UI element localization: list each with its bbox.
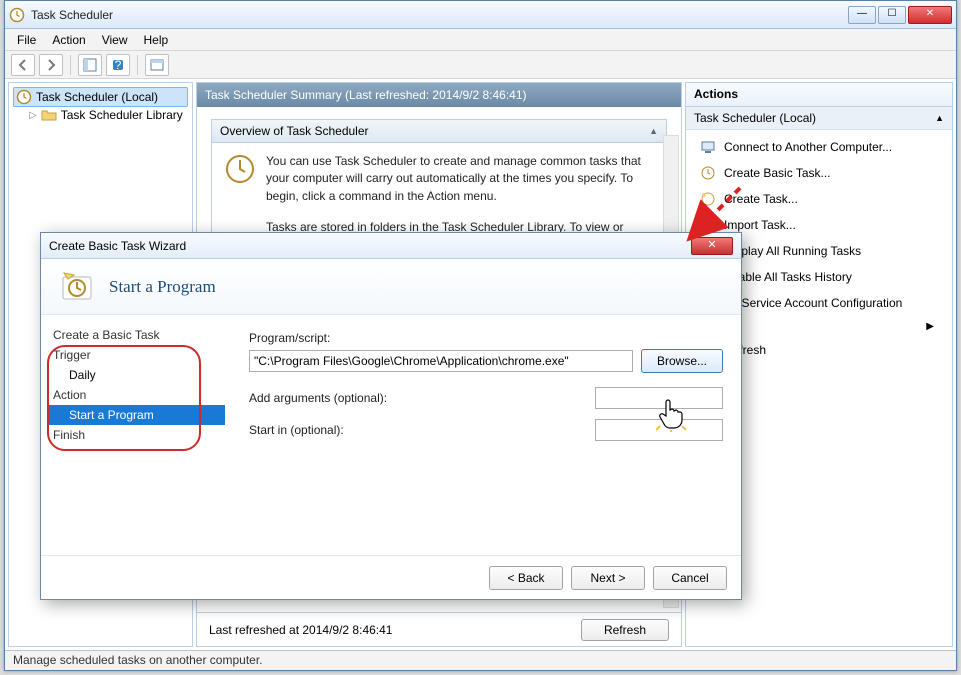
maximize-button[interactable]: ☐ (878, 6, 906, 24)
wizard-dialog: Create Basic Task Wizard ✕ Start a Progr… (40, 232, 742, 600)
import-icon (700, 217, 716, 233)
folder-icon (41, 107, 57, 123)
overview-section: Overview of Task Scheduler ▲ You can use… (211, 119, 667, 248)
computer-icon (700, 139, 716, 155)
wizard-icon (700, 165, 716, 181)
svg-text:?: ? (115, 58, 122, 72)
tree-library[interactable]: ▷ Task Scheduler Library (13, 107, 188, 123)
nav-daily[interactable]: Daily (47, 365, 225, 385)
wizard-form: Program/script: Browse... Add arguments … (231, 315, 741, 555)
summary-footer: Last refreshed at 2014/9/2 8:46:41 Refre… (197, 612, 681, 646)
actions-header: Actions (686, 83, 952, 107)
clock-icon (9, 7, 25, 23)
minimize-button[interactable]: — (848, 6, 876, 24)
refresh-button[interactable]: Refresh (581, 619, 669, 641)
collapse-icon[interactable]: ▲ (935, 113, 944, 123)
nav-create-task[interactable]: Create a Basic Task (47, 325, 225, 345)
back-button[interactable]: < Back (489, 566, 563, 590)
window-title: Task Scheduler (31, 8, 848, 22)
wizard-nav: Create a Basic Task Trigger Daily Action… (41, 315, 231, 555)
nav-action[interactable]: Action (47, 385, 225, 405)
close-button[interactable]: ✕ (908, 6, 952, 24)
dialog-titlebar[interactable]: Create Basic Task Wizard ✕ (41, 233, 741, 259)
action-create-task[interactable]: Create Task... (686, 186, 952, 212)
actions-subheader: Task Scheduler (Local) ▲ (686, 107, 952, 130)
program-input[interactable] (249, 350, 633, 372)
statusbar: Manage scheduled tasks on another comput… (5, 650, 956, 670)
wizard-icon (59, 269, 95, 305)
dialog-close-button[interactable]: ✕ (691, 237, 733, 255)
back-button[interactable] (11, 54, 35, 76)
dialog-buttons: < Back Next > Cancel (41, 555, 741, 599)
clock-icon (16, 89, 32, 105)
dialog-heading: Start a Program (109, 277, 216, 297)
dialog-header: Start a Program (41, 259, 741, 315)
show-hide-tree-button[interactable] (78, 54, 102, 76)
action-connect[interactable]: Connect to Another Computer... (686, 134, 952, 160)
action-create-basic-task[interactable]: Create Basic Task... (686, 160, 952, 186)
last-refreshed-label: Last refreshed at 2014/9/2 8:46:41 (209, 623, 392, 637)
properties-button[interactable] (145, 54, 169, 76)
collapse-icon[interactable]: ▲ (649, 126, 658, 136)
nav-trigger[interactable]: Trigger (47, 345, 225, 365)
menu-file[interactable]: File (9, 30, 44, 50)
menu-action[interactable]: Action (44, 30, 93, 50)
nav-start-program[interactable]: Start a Program (47, 405, 225, 425)
toolbar: ? (5, 51, 956, 79)
overview-title: Overview of Task Scheduler (220, 124, 369, 138)
chevron-right-icon: ▶ (926, 321, 934, 332)
task-icon (700, 191, 716, 207)
next-button[interactable]: Next > (571, 566, 645, 590)
nav-finish[interactable]: Finish (47, 425, 225, 445)
cancel-button[interactable]: Cancel (653, 566, 727, 590)
tree-root[interactable]: Task Scheduler (Local) (13, 87, 188, 107)
startin-input[interactable] (595, 419, 723, 441)
forward-button[interactable] (39, 54, 63, 76)
clock-icon (224, 153, 256, 185)
program-label: Program/script: (249, 331, 723, 345)
arguments-label: Add arguments (optional): (249, 391, 387, 405)
summary-header: Task Scheduler Summary (Last refreshed: … (197, 83, 681, 107)
expand-icon[interactable]: ▷ (29, 110, 37, 121)
menu-help[interactable]: Help (136, 30, 177, 50)
menubar: File Action View Help (5, 29, 956, 51)
dialog-title: Create Basic Task Wizard (49, 239, 691, 253)
menu-view[interactable]: View (94, 30, 136, 50)
arguments-input[interactable] (595, 387, 723, 409)
titlebar[interactable]: Task Scheduler — ☐ ✕ (5, 1, 956, 29)
tree-library-label: Task Scheduler Library (61, 108, 183, 122)
tree-root-label: Task Scheduler (Local) (36, 90, 158, 104)
overview-text-1: You can use Task Scheduler to create and… (266, 153, 654, 205)
help-button[interactable]: ? (106, 54, 130, 76)
browse-button[interactable]: Browse... (641, 349, 723, 373)
startin-label: Start in (optional): (249, 423, 344, 437)
